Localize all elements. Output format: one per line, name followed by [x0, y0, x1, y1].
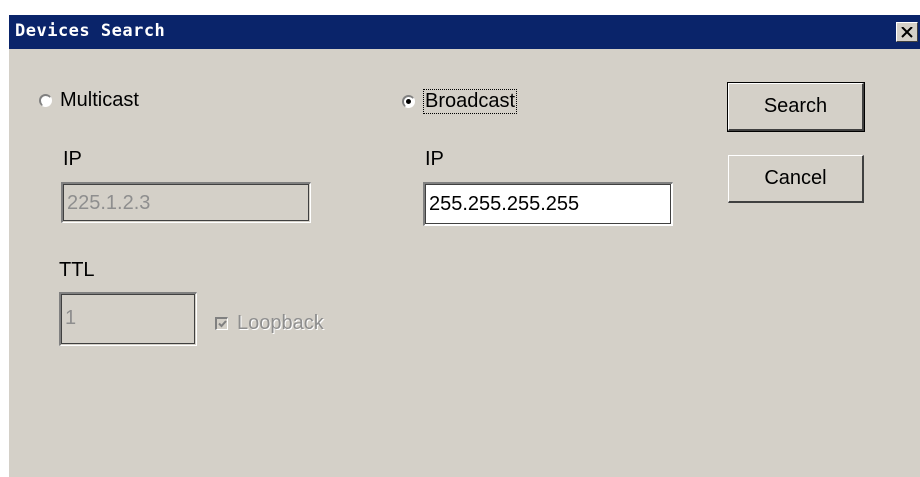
- window-title: Devices Search: [15, 21, 166, 41]
- search-button[interactable]: Search: [727, 82, 865, 132]
- close-button[interactable]: [896, 22, 918, 42]
- loopback-checkbox-box[interactable]: [215, 317, 228, 330]
- broadcast-radio-label: Broadcast: [423, 89, 518, 114]
- broadcast-radio-circle[interactable]: [402, 95, 415, 108]
- multicast-radio-label: Multicast: [60, 89, 139, 111]
- loopback-label: Loopback: [237, 312, 324, 334]
- multicast-radio[interactable]: Multicast: [39, 89, 139, 112]
- checkmark-icon: [217, 320, 227, 328]
- radio-selected-dot: [406, 99, 411, 104]
- multicast-radio-circle[interactable]: [39, 94, 52, 107]
- broadcast-ip-label: IP: [425, 148, 444, 170]
- devices-search-dialog: Devices Search Multicast Broadcast IP IP…: [8, 14, 920, 477]
- multicast-ip-label: IP: [63, 148, 82, 170]
- broadcast-radio[interactable]: Broadcast: [402, 89, 518, 114]
- cancel-button[interactable]: Cancel: [728, 155, 864, 203]
- title-bar[interactable]: Devices Search: [9, 15, 920, 49]
- loopback-checkbox[interactable]: Loopback: [215, 312, 324, 335]
- close-icon: [901, 26, 913, 38]
- broadcast-ip-input[interactable]: [423, 182, 673, 226]
- multicast-ip-input[interactable]: [61, 182, 311, 223]
- ttl-label: TTL: [59, 259, 95, 281]
- ttl-input[interactable]: [59, 292, 197, 346]
